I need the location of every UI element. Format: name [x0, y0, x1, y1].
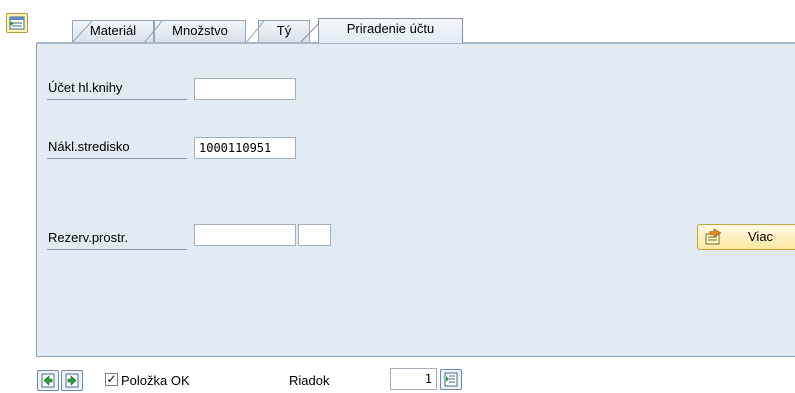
next-item-button[interactable] — [61, 370, 83, 391]
gl-account-underline — [47, 99, 187, 100]
document-arrow-icon — [705, 228, 722, 245]
gl-account-label: Účet hl.knihy — [48, 80, 123, 95]
position-row-button[interactable] — [440, 369, 462, 390]
cost-center-underline — [47, 158, 187, 159]
cost-center-field[interactable]: 1000110951 — [194, 137, 296, 159]
funds-reservation-underline — [47, 249, 187, 250]
previous-item-button[interactable] — [37, 370, 59, 391]
toggle-overview-button[interactable] — [6, 13, 28, 33]
funds-reservation-field[interactable] — [194, 224, 296, 246]
next-item-icon — [65, 373, 79, 388]
tab-label: Priradenie účtu — [346, 21, 435, 36]
previous-item-icon — [41, 373, 55, 388]
funds-reservation-label: Rezerv.prostr. — [48, 230, 128, 245]
more-button-label: Viac — [748, 229, 774, 244]
position-row-icon — [444, 372, 458, 387]
overview-toggle-icon — [9, 16, 25, 30]
gl-account-field[interactable] — [194, 78, 296, 100]
item-ok-label: Položka OK — [121, 373, 190, 388]
row-number-field[interactable]: 1 — [390, 368, 437, 390]
cost-center-label: Nákl.stredisko — [48, 139, 130, 154]
more-button[interactable] — [697, 224, 795, 250]
account-assignment-panel — [36, 42, 795, 357]
funds-reservation-item-field[interactable] — [298, 224, 331, 246]
row-label: Riadok — [289, 373, 330, 388]
item-ok-checkbox[interactable]: ✓ — [105, 373, 118, 386]
tab-account-assignment[interactable]: Priradenie účtu — [318, 18, 463, 43]
